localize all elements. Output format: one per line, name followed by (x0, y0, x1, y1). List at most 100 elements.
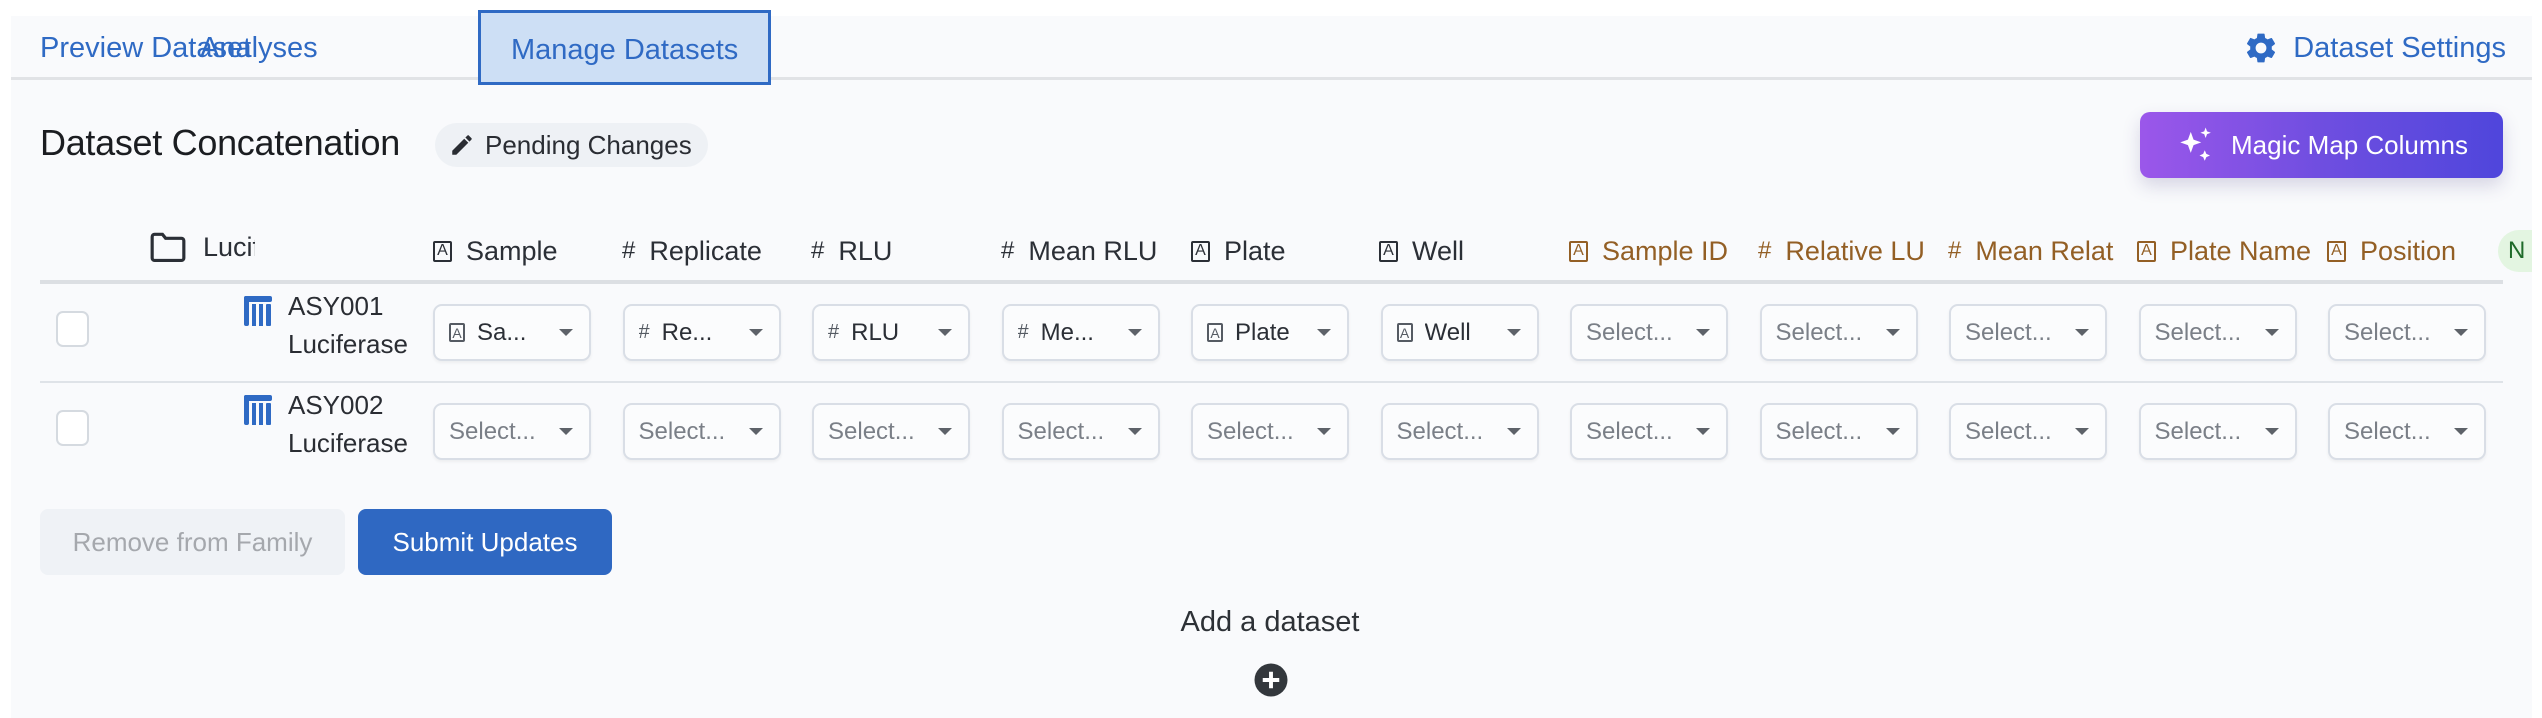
column-header-label: RLU (838, 235, 893, 266)
caret-down-icon (1506, 329, 1521, 336)
column-mapping-select[interactable]: Select... (2328, 304, 2486, 361)
dataset-name: ASY002 Luciferase (288, 386, 408, 462)
select-value-text: Well (1424, 318, 1471, 346)
select-placeholder: Select... (1207, 417, 1294, 445)
dataset-id: ASY001 (288, 291, 384, 321)
caret-down-icon (748, 329, 763, 336)
text-type-icon: A (1569, 240, 1588, 262)
select-value: Select... (1965, 319, 2075, 347)
number-type-icon: # (622, 237, 636, 264)
dataset-id: ASY002 (288, 390, 384, 420)
select-placeholder: Select... (1586, 318, 1673, 346)
dataset-table-icon (244, 395, 272, 425)
column-mapping-select[interactable]: A Sa... (433, 304, 591, 361)
header-divider (40, 280, 2503, 284)
column-header: A Sample ID (1569, 224, 1754, 278)
text-type-icon: A (449, 323, 465, 342)
column-mapping-select[interactable]: Select... (1759, 304, 1918, 361)
caret-down-icon (1127, 428, 1142, 435)
text-type-icon: A (1191, 240, 1210, 262)
select-value: Select... (1776, 319, 1886, 347)
select-placeholder: Select... (1017, 417, 1105, 445)
column-mapping-select[interactable]: Select... (1949, 304, 2107, 361)
select-value: # Me... (1018, 319, 1128, 347)
select-placeholder: Select... (2344, 417, 2431, 445)
caret-down-icon (1317, 428, 1331, 435)
column-mapping-select[interactable]: Select... (1949, 403, 2107, 460)
column-mapping-select[interactable]: Select... (1759, 403, 1918, 460)
column-header-label: Plate Name (2170, 235, 2312, 266)
select-value: # Re... (639, 319, 749, 347)
dataset-name: ASY001 Luciferase (288, 287, 408, 363)
dataset-table-icon (244, 296, 272, 326)
column-mapping-select[interactable]: # Re... (622, 304, 781, 361)
select-placeholder: Select... (1586, 417, 1673, 445)
column-mapping-select[interactable]: Select... (1380, 403, 1539, 460)
magic-map-columns-button[interactable]: Magic Map Columns (2140, 112, 2503, 178)
select-placeholder: Select... (1965, 417, 2052, 445)
column-mapping-select[interactable]: A Plate (1191, 304, 1349, 361)
row-checkbox[interactable] (56, 410, 89, 446)
select-placeholder: Select... (1965, 318, 2052, 346)
tab-analyses[interactable]: Analyses (200, 16, 318, 80)
column-mapping-select[interactable]: Select... (433, 403, 591, 460)
column-header-label: Plate (1224, 235, 1286, 266)
column-mapping-select[interactable]: Select... (622, 403, 781, 460)
number-type-icon: # (1017, 321, 1029, 343)
text-type-icon: A (2327, 240, 2346, 262)
row-divider (40, 381, 2503, 383)
column-mapping-select[interactable]: Select... (1570, 304, 1728, 361)
column-mapping-select[interactable]: Select... (812, 403, 970, 460)
column-header-label: Position (2360, 235, 2457, 266)
new-column-badge: N (2498, 230, 2532, 272)
column-header-label: Relative LU (1785, 235, 1925, 266)
select-value: A Plate (1207, 319, 1317, 347)
manage-datasets-page: Preview Dataset Analyses Manage Datasets… (11, 10, 2532, 718)
caret-down-icon (938, 329, 952, 336)
column-mapping-select[interactable]: Select... (1191, 403, 1349, 460)
select-value: A Well (1396, 318, 1507, 347)
folder-icon (149, 231, 187, 263)
select-value: Select... (828, 418, 938, 446)
column-mapping-select[interactable]: # RLU (812, 304, 970, 361)
select-value-text: RLU (851, 318, 900, 346)
family-column-label: Luciferase (203, 231, 255, 262)
remove-from-family-button[interactable]: Remove from Family (40, 509, 345, 575)
dataset-settings-button[interactable]: Dataset Settings (2243, 16, 2506, 80)
add-dataset-button[interactable] (1253, 662, 1289, 698)
column-mapping-select[interactable]: Select... (2138, 304, 2297, 361)
caret-down-icon (1506, 428, 1521, 435)
submit-updates-button[interactable]: Submit Updates (358, 509, 612, 575)
column-mapping-select[interactable]: # Me... (1001, 304, 1160, 361)
text-type-icon: A (2137, 240, 2156, 262)
caret-down-icon (938, 428, 952, 435)
dataset-family-name: Luciferase (288, 428, 408, 458)
add-dataset-label: Add a dataset (1180, 606, 1360, 638)
caret-down-icon (2264, 428, 2279, 435)
select-value: Select... (2155, 319, 2265, 347)
column-header-label: Mean RLU (1028, 235, 1158, 266)
column-mapping-select[interactable]: Select... (2328, 403, 2486, 460)
column-header: A Sample (433, 224, 618, 278)
column-mapping-select[interactable]: Select... (2138, 403, 2297, 460)
text-type-icon: A (1207, 323, 1223, 342)
column-mapping-select[interactable]: A Well (1380, 304, 1539, 361)
row-checkbox[interactable] (56, 311, 89, 347)
dataset-family-name: Luciferase (288, 329, 408, 359)
pencil-icon (449, 132, 475, 158)
column-mapping-select[interactable]: Select... (1001, 403, 1160, 460)
text-type-icon: A (433, 240, 452, 262)
magic-map-columns-label: Magic Map Columns (2231, 129, 2468, 160)
select-value-text: Sa... (477, 318, 527, 346)
column-mapping-select[interactable]: Select... (1570, 403, 1728, 460)
select-value-text: Me... (1040, 318, 1094, 346)
number-type-icon: # (811, 237, 825, 264)
number-type-icon: # (828, 321, 840, 343)
column-header-label: Well (1412, 235, 1465, 266)
tab-bar: Preview Dataset Analyses Manage Datasets… (11, 10, 2532, 85)
column-header: # Mean RLU (1001, 224, 1187, 278)
tab-manage-datasets[interactable]: Manage Datasets (478, 10, 772, 85)
select-placeholder: Select... (2154, 417, 2242, 445)
select-placeholder: Select... (449, 417, 536, 445)
select-value: Select... (1207, 418, 1317, 446)
